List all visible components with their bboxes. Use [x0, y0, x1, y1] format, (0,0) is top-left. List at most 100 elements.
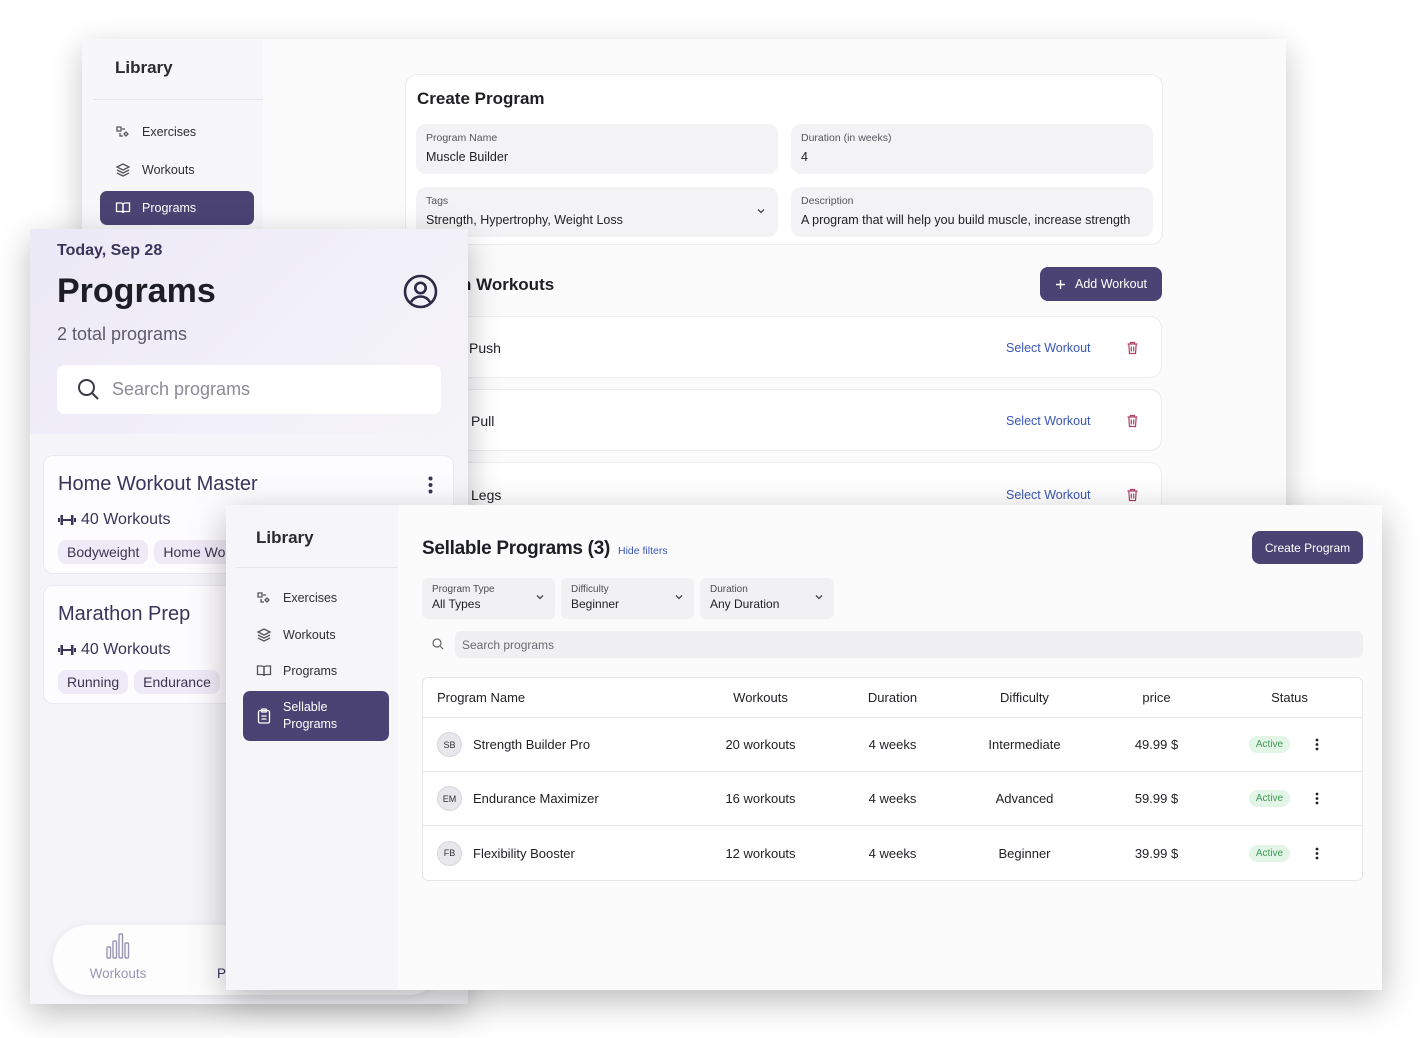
- trash-icon[interactable]: [1126, 414, 1139, 428]
- chevron-down-icon: [535, 592, 545, 602]
- nav-label: Workouts: [89, 966, 147, 981]
- workout-name: Pull: [471, 413, 495, 429]
- create-program-button[interactable]: Create Program: [1252, 531, 1363, 564]
- sidebar-item-label: Exercises: [283, 591, 338, 605]
- sidebar-item-sellable-programs[interactable]: Sellable Programs: [243, 691, 389, 741]
- avatar: FB: [437, 840, 462, 866]
- status-badge: Active: [1248, 844, 1291, 862]
- filter-value: All Types: [432, 597, 481, 611]
- bar-chart-icon: [106, 933, 130, 959]
- more-vertical-icon[interactable]: [1315, 772, 1319, 825]
- book-open-icon: [255, 662, 273, 680]
- filter-label: Difficulty: [571, 584, 609, 595]
- avatar: SB: [437, 732, 462, 757]
- filter-label: Duration: [710, 584, 748, 595]
- program-type-filter[interactable]: Program Type All Types: [422, 578, 555, 619]
- field-label: Description: [801, 195, 854, 207]
- select-workout-link[interactable]: Select Workout: [1006, 414, 1091, 428]
- nav-label[interactable]: P: [217, 966, 226, 981]
- status-cell: Active: [1232, 826, 1307, 880]
- duration-cell: 4 weeks: [868, 737, 917, 752]
- filter-value: Beginner: [571, 597, 620, 611]
- program-name: Marathon Prep: [58, 603, 191, 625]
- chevron-down-icon: [756, 206, 766, 216]
- sidebar-item-programs[interactable]: Programs: [243, 658, 389, 684]
- workouts-cell: 12 workouts: [725, 845, 796, 861]
- table-row[interactable]: SB Strength Builder Pro 20 workouts 4 we…: [423, 718, 1362, 772]
- duration-cell: 4 weeks: [868, 845, 917, 861]
- workout-name: Legs: [471, 487, 502, 503]
- more-vertical-icon[interactable]: [1315, 826, 1319, 880]
- sidebar-item-workouts[interactable]: Workouts: [243, 622, 389, 648]
- tag-chip: Endurance: [134, 670, 220, 694]
- sidebar-item-label: Workouts: [142, 163, 195, 177]
- more-vertical-icon[interactable]: [1315, 718, 1319, 771]
- sidebar-item-workouts[interactable]: Workouts: [100, 153, 254, 187]
- workouts-cell: 20 workouts: [725, 737, 796, 752]
- duration-filter[interactable]: Duration Any Duration: [700, 578, 834, 619]
- page-title: Programs: [57, 272, 216, 310]
- page-title: Create Program: [417, 89, 545, 108]
- difficulty-filter[interactable]: Difficulty Beginner: [561, 578, 694, 619]
- exercises-icon: [255, 589, 273, 607]
- sidebar-item-programs[interactable]: Programs: [100, 191, 254, 225]
- book-open-icon: [114, 199, 132, 217]
- add-workout-button[interactable]: Add Workout: [1040, 267, 1162, 301]
- column-header: Duration: [867, 690, 918, 705]
- price-cell: 49.99 $: [1134, 737, 1179, 752]
- difficulty-cell: Intermediate: [988, 737, 1061, 752]
- program-name-cell: FB Flexibility Booster: [437, 826, 575, 880]
- search-icon: [432, 638, 444, 650]
- program-name-field[interactable]: Program Name Muscle Builder: [416, 124, 778, 174]
- field-label: Tags: [426, 195, 449, 207]
- page-title: Sellable Programs (3): [422, 538, 610, 559]
- duration-field[interactable]: Duration (in weeks) 4: [791, 124, 1153, 174]
- sidebar-item-exercises[interactable]: Exercises: [100, 115, 254, 149]
- sidebar-item-exercises[interactable]: Exercises: [243, 585, 389, 611]
- status-cell: Active: [1232, 718, 1307, 771]
- sellable-programs-window: Library Exercises Workouts Programs Sell…: [226, 505, 1382, 990]
- search-input[interactable]: Search programs: [455, 631, 1363, 658]
- hide-filters-link[interactable]: Hide filters: [618, 545, 668, 557]
- program-name-cell: EM Endurance Maximizer: [437, 772, 599, 825]
- nav-workouts[interactable]: Workouts: [88, 933, 148, 981]
- filter-value: Any Duration: [710, 597, 780, 611]
- workout-count-label: 40 Workouts: [81, 511, 171, 528]
- table-row[interactable]: FB Flexibility Booster 12 workouts 4 wee…: [423, 826, 1362, 880]
- select-workout-link[interactable]: Select Workout: [1006, 488, 1091, 502]
- programs-table: Program Name Workouts Duration Difficult…: [422, 677, 1363, 881]
- search-placeholder: Search programs: [462, 637, 555, 652]
- table-row[interactable]: EM Endurance Maximizer 16 workouts 4 wee…: [423, 772, 1362, 826]
- status-badge: Active: [1248, 790, 1291, 807]
- column-header: price: [1142, 690, 1171, 705]
- sidebar-title: Library: [256, 528, 314, 547]
- label-line: Sellable: [283, 700, 328, 714]
- price-cell: 59.99 $: [1134, 791, 1179, 806]
- select-workout-link[interactable]: Select Workout: [1006, 341, 1091, 355]
- search-input[interactable]: Search programs: [57, 365, 441, 414]
- difficulty-cell: Advanced: [995, 791, 1054, 806]
- trash-icon[interactable]: [1126, 341, 1139, 355]
- column-header: Difficulty: [1000, 690, 1049, 705]
- column-header: Program Name: [437, 690, 526, 705]
- program-name: Flexibility Booster: [473, 845, 575, 861]
- description-field[interactable]: Description A program that will help you…: [791, 187, 1153, 237]
- sidebar-divider: [236, 567, 398, 568]
- workout-row: Pull Select Workout: [402, 389, 1162, 451]
- tag-chip: Bodyweight: [58, 540, 149, 564]
- workout-count: 40 Workouts: [58, 641, 171, 659]
- trash-icon[interactable]: [1126, 488, 1139, 502]
- program-name: Home Workout Master: [58, 473, 258, 495]
- tags-select[interactable]: Tags Strength, Hypertrophy, Weight Loss: [416, 187, 778, 237]
- layers-icon: [255, 626, 273, 644]
- workout-row: Push Select Workout: [402, 316, 1162, 378]
- clipboard-icon: [255, 707, 273, 725]
- search-placeholder: Search programs: [112, 379, 251, 399]
- user-avatar-icon[interactable]: [403, 274, 438, 309]
- field-value: 4: [801, 150, 808, 164]
- field-value: Strength, Hypertrophy, Weight Loss: [426, 213, 623, 227]
- program-name: Strength Builder Pro: [473, 737, 591, 752]
- more-vertical-icon[interactable]: [428, 476, 433, 494]
- program-count: 2 total programs: [57, 324, 188, 344]
- filter-label: Program Type: [432, 584, 495, 595]
